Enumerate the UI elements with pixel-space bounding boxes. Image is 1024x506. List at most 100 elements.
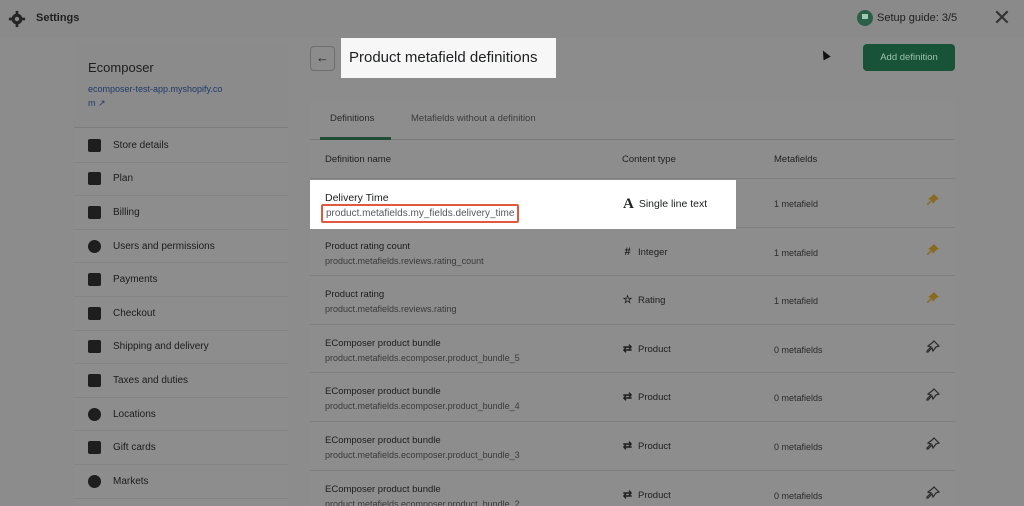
content-type-label: Product [638, 392, 671, 404]
column-header-name: Definition name [325, 154, 392, 165]
tab-definitions[interactable]: Definitions [330, 113, 374, 124]
content-type: ⇄ Product [622, 342, 671, 355]
setup-guide-button[interactable]: Setup guide: 3/5 [857, 10, 957, 26]
billing-icon [88, 205, 101, 219]
sidebar-item-taxes[interactable]: Taxes and duties [74, 364, 288, 398]
metafield-count: 0 metafields [774, 393, 823, 404]
sidebar-item-label: Gift cards [113, 442, 156, 454]
sidebar-item-shipping[interactable]: Shipping and delivery [74, 331, 288, 365]
pin-outline-icon[interactable] [926, 339, 940, 354]
arrow-left-icon: ← [316, 50, 329, 65]
page-title-highlight: Product metafield definitions [341, 38, 556, 78]
definition-name: EComposer product bundle [325, 434, 441, 446]
store-name: Ecomposer [88, 60, 154, 75]
tab-metafields-without-definition[interactable]: Metafields without a definition [411, 113, 536, 124]
metafield-count: 1 metafield [774, 296, 819, 307]
table-row[interactable]: EComposer product bundle product.metafie… [310, 372, 955, 421]
definition-key: product.metafields.ecomposer.product_bun… [325, 498, 520, 506]
table-row[interactable]: EComposer product bundle product.metafie… [310, 469, 955, 506]
payments-icon [88, 273, 101, 287]
sidebar-item-users[interactable]: Users and permissions [74, 230, 288, 264]
column-header-type: Content type [622, 154, 676, 165]
definition-name: Product rating [325, 289, 385, 301]
table-row[interactable]: EComposer product bundle product.metafie… [310, 420, 955, 470]
store-icon [88, 138, 101, 152]
sidebar-item-checkout[interactable]: Checkout [74, 297, 288, 331]
definition-key: product.metafields.ecomposer.product_bun… [325, 352, 520, 363]
truck-icon [88, 340, 101, 354]
settings-title: Settings [36, 12, 80, 24]
sidebar-item-markets[interactable]: Markets [74, 465, 288, 499]
sidebar-item-billing[interactable]: Billing [74, 196, 288, 230]
definition-key: product.metafields.ecomposer.product_bun… [325, 449, 520, 460]
sidebar-item-label: Markets [113, 475, 149, 487]
definitions-card: Definitions Metafields without a definit… [310, 98, 955, 506]
definition-key: product.metafields.ecomposer.product_bun… [325, 401, 520, 412]
content-type-label: Product [638, 343, 671, 355]
metafield-count: 1 metafield [774, 199, 819, 209]
sidebar-item-label: Taxes and duties [113, 374, 189, 386]
content-type-label: Product [638, 440, 671, 452]
setup-guide-label: Setup guide: 3/5 [877, 12, 958, 24]
content-type: ⇄ Product [622, 439, 671, 452]
sidebar-item-label: Locations [113, 408, 156, 420]
active-tab-indicator [320, 137, 391, 140]
sidebar-item-locations[interactable]: Locations [74, 398, 288, 432]
text-type-icon: A [623, 196, 634, 212]
product-ref-icon: ⇄ [622, 488, 633, 501]
pin-outline-icon[interactable] [926, 437, 940, 451]
definition-key: product.metafields.reviews.rating [325, 304, 457, 315]
product-ref-icon: ⇄ [622, 439, 633, 452]
sidebar-item-label: Checkout [113, 307, 156, 319]
pin-filled-icon[interactable] [926, 243, 940, 257]
flag-icon [857, 10, 873, 26]
metafield-count: 0 metafields [774, 344, 823, 355]
top-bar: Settings Setup guide: 3/5 ✕ [0, 0, 1024, 38]
cart-icon [88, 306, 101, 320]
product-ref-icon: ⇄ [622, 342, 633, 355]
sidebar-item-gift-cards[interactable]: Gift cards [74, 431, 288, 465]
store-header: Ecomposer ecomposer-test-app.myshopify.c… [74, 42, 288, 128]
pin-filled-icon[interactable] [926, 291, 940, 305]
highlighted-definition-row[interactable]: Delivery Time product.metafields.my_fiel… [310, 180, 736, 229]
location-icon [88, 407, 101, 421]
gear-icon [8, 10, 26, 28]
definition-key: product.metafields.reviews.rating_count [325, 255, 484, 266]
plan-icon [88, 172, 101, 186]
pin-outline-icon[interactable] [926, 388, 940, 402]
definition-name: Delivery Time [325, 192, 389, 204]
sidebar-item-payments[interactable]: Payments [74, 263, 288, 297]
column-header-count: Metafields [774, 154, 818, 165]
definition-key-highlighted: product.metafields.my_fields.delivery_ti… [321, 204, 520, 223]
table-row[interactable]: EComposer product bundle product.metafie… [310, 323, 955, 373]
star-icon: ☆ [622, 294, 633, 307]
close-icon[interactable]: ✕ [991, 7, 1013, 29]
hash-icon: # [624, 245, 631, 258]
store-url-line1: ecomposer-test-app.myshopify.co [88, 84, 223, 94]
table-row[interactable]: Product rating product.metafields.review… [310, 275, 955, 324]
sidebar-item-label: Shipping and delivery [113, 341, 209, 353]
content-type-label: Product [638, 489, 671, 501]
store-url-line2: m [88, 98, 96, 108]
store-url-link[interactable]: ecomposer-test-app.myshopify.co m ↗ [88, 82, 264, 110]
user-icon [88, 239, 101, 253]
content-type: ⇄ Product [622, 488, 671, 501]
metafield-count: 0 metafields [774, 490, 823, 501]
pin-filled-icon[interactable] [926, 193, 940, 207]
content-type: ☆ Rating [622, 294, 666, 307]
sidebar-item-label: Billing [113, 206, 140, 218]
definition-name: EComposer product bundle [325, 386, 441, 398]
sidebar-item-plan[interactable]: Plan [74, 163, 288, 197]
sidebar-item-store-details[interactable]: Store details [74, 129, 288, 163]
metafield-count: 1 metafield [774, 247, 819, 258]
content-type-label: Single line text [638, 198, 708, 210]
back-button[interactable]: ← [310, 46, 335, 71]
table-row[interactable]: Product rating count product.metafields.… [310, 226, 955, 276]
pin-outline-icon[interactable] [926, 485, 940, 500]
product-ref-icon: ⇄ [622, 391, 633, 404]
add-definition-button[interactable]: Add definition [863, 44, 955, 71]
definition-name: Product rating count [325, 240, 411, 252]
definition-name: EComposer product bundle [325, 337, 441, 349]
taxes-icon [88, 373, 101, 387]
content-type-label: Integer [638, 246, 668, 258]
